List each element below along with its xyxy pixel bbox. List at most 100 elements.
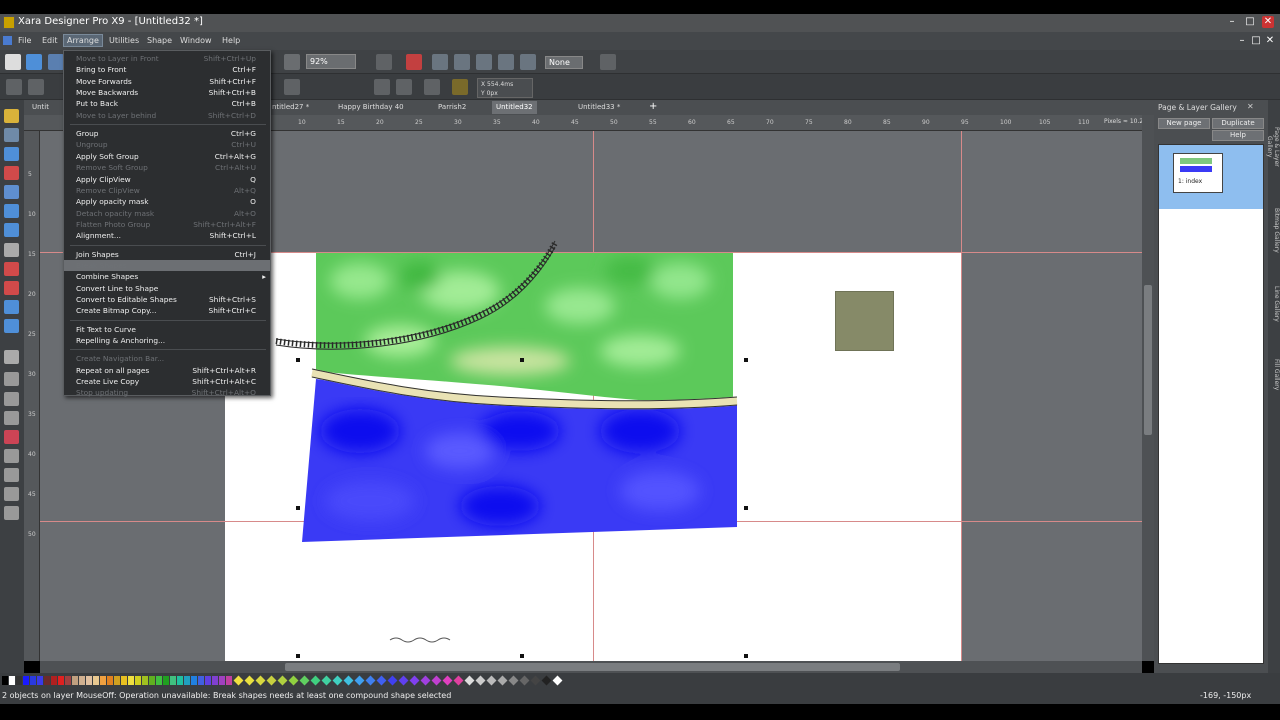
color-swatch[interactable] <box>163 676 169 685</box>
color-swatch[interactable] <box>552 675 563 686</box>
tab-happy-birthday[interactable]: Happy Birthday 40 <box>334 101 408 114</box>
color-swatch[interactable] <box>321 675 332 686</box>
color-swatch[interactable] <box>65 676 71 685</box>
menu-item-join-shapes[interactable]: Join Shapes Ctrl+J <box>64 249 270 260</box>
selection-handle[interactable] <box>744 506 748 510</box>
side-tab-page-layer[interactable]: Page & Layer Gallery <box>1266 116 1280 178</box>
path-mode-icon[interactable] <box>284 79 300 95</box>
blend-tool-icon[interactable] <box>4 350 19 364</box>
menu-item-create-bitmap-copy[interactable]: Create Bitmap Copy... Shift+Ctrl+C <box>64 305 270 316</box>
menu-item-convert-line-to-shape[interactable]: Convert Line to Shape <box>64 283 270 294</box>
color-swatch[interactable] <box>177 676 183 685</box>
side-tab-bitmap[interactable]: Bitmap Gallery <box>1268 200 1280 260</box>
color-swatch[interactable] <box>519 675 530 686</box>
selection-handle[interactable] <box>744 654 748 658</box>
text-tool-icon[interactable] <box>4 204 19 218</box>
tag-icon[interactable] <box>452 79 468 95</box>
color-swatch[interactable] <box>149 676 155 685</box>
selection-handle[interactable] <box>520 654 524 658</box>
color-swatch[interactable] <box>93 676 99 685</box>
save-icon[interactable] <box>48 54 64 70</box>
tab-untitled33[interactable]: Untitled33 * <box>574 101 624 114</box>
rectangle-tool-icon[interactable] <box>4 147 19 161</box>
color-swatch[interactable] <box>475 675 486 686</box>
link-icon[interactable] <box>476 54 492 70</box>
forward-arrow-icon[interactable] <box>600 54 616 70</box>
color-swatch[interactable] <box>244 675 255 686</box>
color-swatch[interactable] <box>72 676 78 685</box>
eraser-tool-icon[interactable] <box>4 281 19 295</box>
color-swatch[interactable] <box>486 675 497 686</box>
menu-item-alignment[interactable]: Alignment... Shift+Ctrl+L <box>64 230 270 241</box>
color-swatch[interactable] <box>431 675 442 686</box>
selector-tool-icon[interactable] <box>4 109 19 123</box>
menu-arrange[interactable]: Arrange <box>63 34 103 47</box>
color-swatch[interactable] <box>44 676 50 685</box>
duplicate-button[interactable]: Duplicate <box>1212 118 1264 129</box>
curve-mode-icon[interactable] <box>28 79 44 95</box>
zoom-tool-left-icon[interactable] <box>4 319 19 333</box>
menu-item-fit-text-to-curve[interactable]: Fit Text to Curve <box>64 324 270 335</box>
color-swatch[interactable] <box>442 675 453 686</box>
freehand-tool-icon[interactable] <box>4 185 19 199</box>
menu-item-move-forwards[interactable]: Move Forwards Shift+Ctrl+F <box>64 76 270 87</box>
gallery-help-button[interactable]: Help <box>1212 130 1264 141</box>
color-swatch[interactable] <box>420 675 431 686</box>
color-palette[interactable] <box>0 673 1280 688</box>
web-preview-icon[interactable] <box>520 54 536 70</box>
mould-tool-icon[interactable] <box>4 372 19 386</box>
menu-window[interactable]: Window <box>177 35 215 46</box>
tab-untit[interactable]: Untit <box>28 101 53 114</box>
selection-handle[interactable] <box>296 506 300 510</box>
color-swatch[interactable] <box>135 676 141 685</box>
color-swatch[interactable] <box>205 676 211 685</box>
color-swatch[interactable] <box>288 675 299 686</box>
fill-type-combo[interactable]: None <box>545 56 583 69</box>
color-swatch[interactable] <box>299 675 310 686</box>
color-swatch[interactable] <box>30 676 36 685</box>
minimize-button[interactable]: – <box>1226 16 1238 28</box>
selection-handle[interactable] <box>296 654 300 658</box>
pin-icon[interactable]: ✕ <box>1247 102 1254 111</box>
color-swatch[interactable] <box>398 675 409 686</box>
menu-item-repelling-anchoring[interactable]: Repelling & Anchoring... <box>64 335 270 346</box>
menu-item-group[interactable]: Group Ctrl+G <box>64 128 270 139</box>
color-swatch[interactable] <box>170 676 176 685</box>
selection-handle[interactable] <box>520 358 524 362</box>
menu-utilities[interactable]: Utilities <box>106 35 142 46</box>
color-swatch[interactable] <box>23 676 29 685</box>
color-swatch[interactable] <box>453 675 464 686</box>
pen-tool-icon[interactable] <box>4 166 19 180</box>
zoom-combo[interactable]: 92% <box>306 54 356 69</box>
new-document-icon[interactable] <box>5 54 21 70</box>
new-page-button[interactable]: New page <box>1158 118 1210 129</box>
color-swatch[interactable] <box>233 675 244 686</box>
tab-parrish2[interactable]: Parrish2 <box>434 101 470 114</box>
color-swatch[interactable] <box>58 676 64 685</box>
horizontal-scroll-thumb[interactable] <box>285 663 900 671</box>
color-swatch[interactable] <box>497 675 508 686</box>
brush-tool-icon[interactable] <box>4 262 19 276</box>
snap-magnet-icon[interactable] <box>406 54 422 70</box>
menu-file[interactable]: File <box>15 35 34 46</box>
tab-untitled32[interactable]: Untitled32 <box>492 101 537 114</box>
menu-item-bring-to-front[interactable]: Bring to Front Ctrl+F <box>64 64 270 75</box>
menu-item-repeat-on-all-pages[interactable]: Repeat on all pages Shift+Ctrl+Alt+R <box>64 365 270 376</box>
bevel-tool-icon[interactable] <box>4 411 19 425</box>
color-swatch[interactable] <box>128 676 134 685</box>
color-swatch[interactable] <box>343 675 354 686</box>
color-swatch[interactable] <box>191 676 197 685</box>
color-swatch[interactable] <box>255 675 266 686</box>
menu-item-put-to-back[interactable]: Put to Back Ctrl+B <box>64 98 270 109</box>
menu-edit[interactable]: Edit <box>39 35 61 46</box>
fill-tool-icon[interactable] <box>4 223 19 237</box>
menu-item-apply-opacity-mask[interactable]: Apply opacity mask O <box>64 196 270 207</box>
shape-editor-tool-icon[interactable] <box>4 128 19 142</box>
contour-tool-icon[interactable] <box>4 392 19 406</box>
menu-item-convert-to-editable-shapes[interactable]: Convert to Editable Shapes Shift+Ctrl+S <box>64 294 270 305</box>
menu-shape[interactable]: Shape <box>144 35 175 46</box>
color-swatch[interactable] <box>9 676 15 685</box>
color-swatch[interactable] <box>51 676 57 685</box>
new-tab-icon[interactable]: + <box>649 101 657 112</box>
color-swatch[interactable] <box>107 676 113 685</box>
